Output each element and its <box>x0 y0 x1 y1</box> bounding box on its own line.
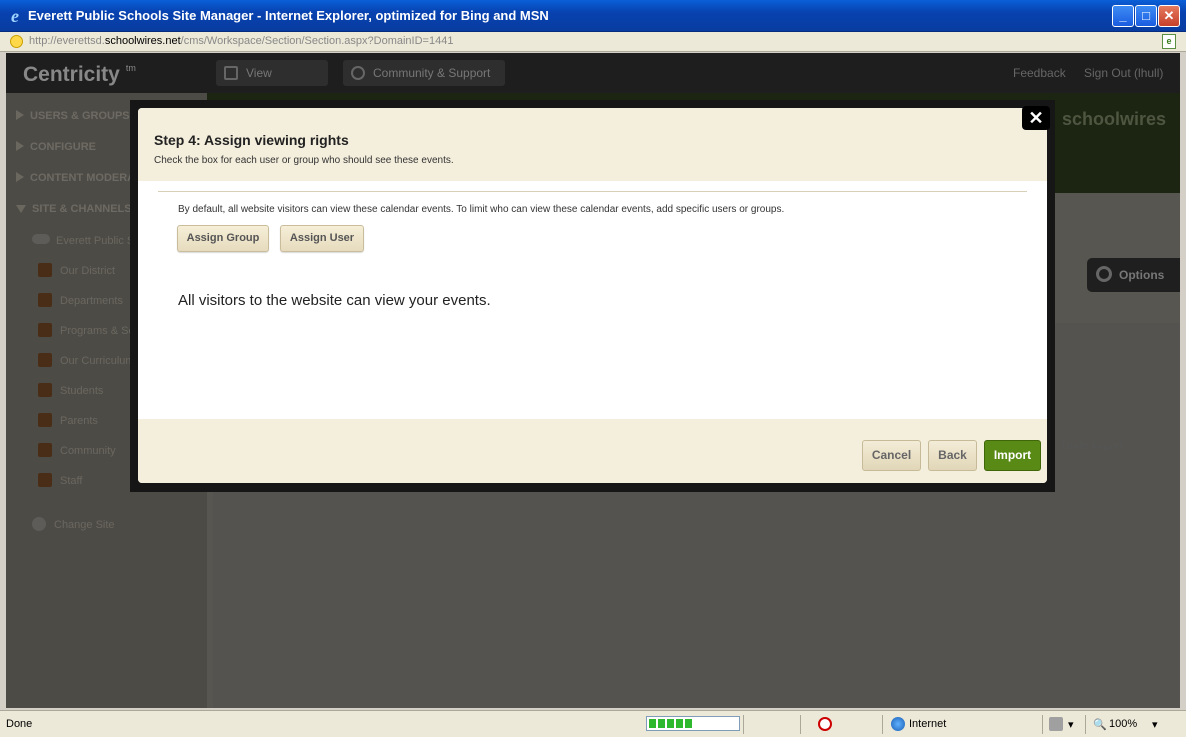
sidebar-section-site-channels[interactable]: SITE & CHANNELS <box>16 203 132 215</box>
undo-import-link[interactable]: Undo Import <box>1062 440 1123 452</box>
sidebar-section-configure[interactable]: CONFIGURE <box>16 141 96 153</box>
close-window-button[interactable]: ✕ <box>1158 5 1180 27</box>
status-bar: Done Internet ▾ 🔍 100% ▾ <box>0 710 1186 737</box>
internet-explorer-icon: e <box>11 6 19 26</box>
window-titlebar: e Everett Public Schools Site Manager - … <box>0 0 1186 32</box>
expand-icon <box>16 172 24 182</box>
dialog-footer: Cancel Back Import <box>138 419 1047 483</box>
popup-blocker-icon[interactable] <box>818 717 832 731</box>
progress-fill <box>649 719 693 728</box>
feedback-link[interactable]: Feedback <box>1013 66 1066 80</box>
maximize-button[interactable]: □ <box>1135 5 1157 27</box>
status-divider <box>1085 715 1086 734</box>
briefcase-icon <box>38 323 52 337</box>
collapse-icon <box>16 205 26 213</box>
protected-mode-icon[interactable] <box>1049 717 1063 731</box>
back-button[interactable]: Back <box>928 440 977 471</box>
top-navigation: Centricitytm View Website Community & Su… <box>6 53 1180 106</box>
sign-out-link[interactable]: Sign Out (lhull) <box>1084 66 1163 80</box>
zoom-level[interactable]: 100% <box>1109 718 1137 730</box>
divider <box>158 191 1027 192</box>
sidebar-channel-our-curriculum[interactable]: Our Curriculum <box>38 353 135 367</box>
dialog-title: Step 4: Assign viewing rights <box>154 132 349 148</box>
dialog-description: By default, all website visitors can vie… <box>178 204 785 215</box>
community-support-button[interactable]: Community & Support <box>343 60 505 86</box>
assign-group-button[interactable]: Assign Group <box>177 225 269 252</box>
sidebar-section-users-groups[interactable]: USERS & GROUPS <box>16 110 130 122</box>
compatibility-view-icon[interactable]: e <box>1162 34 1176 49</box>
status-divider <box>1042 715 1043 734</box>
smiley-icon <box>351 66 365 80</box>
security-icon <box>10 35 23 48</box>
briefcase-icon <box>38 353 52 367</box>
sidebar-channel-staff[interactable]: Staff <box>38 473 82 487</box>
dialog-header: Step 4: Assign viewing rights Check the … <box>138 108 1047 181</box>
dialog-subtitle: Check the box for each user or group who… <box>154 155 454 166</box>
expand-icon <box>16 110 24 120</box>
window-title: Everett Public Schools Site Manager - In… <box>28 8 549 23</box>
security-zone-label: Internet <box>909 718 947 730</box>
centricity-logo: Centricity tm <box>23 63 136 86</box>
briefcase-icon <box>38 383 52 397</box>
zoom-icon[interactable]: 🔍 <box>1093 718 1107 731</box>
status-divider <box>800 715 801 734</box>
page-load-progress <box>646 716 740 731</box>
briefcase-icon <box>38 293 52 307</box>
status-text: Done <box>6 718 33 730</box>
sidebar-channel-students[interactable]: Students <box>38 383 103 397</box>
options-button[interactable]: Options <box>1087 258 1180 292</box>
address-bar[interactable]: http://everettsd.schoolwires.net/cms/Wor… <box>0 32 1186 52</box>
dropdown-arrow-icon[interactable]: ▾ <box>1068 718 1074 731</box>
zoom-dropdown-icon[interactable]: ▾ <box>1152 718 1158 731</box>
briefcase-icon <box>38 443 52 457</box>
expand-icon <box>16 141 24 151</box>
monitor-icon <box>224 66 238 80</box>
import-button[interactable]: Import <box>984 440 1041 471</box>
status-divider <box>882 715 883 734</box>
briefcase-icon <box>38 413 52 427</box>
assign-viewing-rights-dialog: Step 4: Assign viewing rights Check the … <box>138 108 1047 483</box>
sidebar-channel-parents[interactable]: Parents <box>38 413 98 427</box>
briefcase-icon <box>38 263 52 277</box>
url-text[interactable]: http://everettsd.schoolwires.net/cms/Wor… <box>29 35 453 47</box>
assign-user-button[interactable]: Assign User <box>280 225 364 252</box>
view-website-button[interactable]: View Website <box>216 60 328 106</box>
schoolwires-logo: schoolwires <box>1061 109 1166 129</box>
close-icon[interactable]: ✕ <box>1022 106 1050 130</box>
briefcase-icon <box>38 473 52 487</box>
sidebar-channel-our-district[interactable]: Our District <box>38 263 115 277</box>
cloud-icon <box>32 234 50 244</box>
change-site-link[interactable]: Change Site <box>32 517 115 531</box>
globe-icon <box>891 717 905 731</box>
change-site-icon <box>32 517 46 531</box>
sidebar-channel-community[interactable]: Community <box>38 443 116 457</box>
sidebar-channel-departments[interactable]: Departments <box>38 293 123 307</box>
minimize-button[interactable]: _ <box>1112 5 1134 27</box>
cancel-button[interactable]: Cancel <box>862 440 921 471</box>
gear-icon <box>1096 266 1112 282</box>
visibility-message: All visitors to the website can view you… <box>178 292 491 309</box>
status-divider <box>743 715 744 734</box>
